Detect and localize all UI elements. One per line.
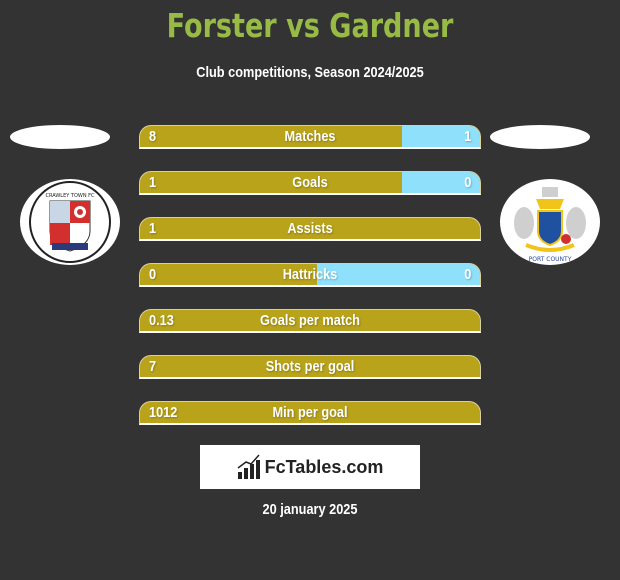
- stat-label: Hattricks: [282, 266, 338, 283]
- fctables-banner[interactable]: FcTables.com: [200, 445, 420, 489]
- left-club-logo[interactable]: CRAWLEY TOWN FC: [20, 179, 120, 265]
- right-club-logo[interactable]: PORT COUNTY: [500, 179, 600, 265]
- left-value: 1012: [149, 404, 178, 421]
- footer-date: 20 january 2025: [262, 501, 358, 518]
- stockport-crest-icon: PORT COUNTY: [502, 180, 598, 264]
- stat-row-hattricks: Hattricks 0 0: [139, 263, 481, 287]
- right-value: 1: [463, 128, 471, 145]
- left-value: 7: [149, 358, 157, 375]
- left-value: 1: [149, 220, 157, 237]
- stat-row-min-per-goal: Min per goal 1012: [139, 401, 481, 425]
- left-value: 8: [149, 128, 157, 145]
- left-logo-text: CRAWLEY TOWN FC: [45, 193, 95, 199]
- stat-label: Matches: [284, 128, 336, 145]
- stat-label: Assists: [287, 220, 333, 237]
- svg-text:PORT COUNTY: PORT COUNTY: [529, 256, 572, 263]
- page-title: Forster vs Gardner: [166, 6, 454, 45]
- fctables-logo-text: FcTables.com: [264, 456, 384, 477]
- left-value: 0.13: [149, 312, 174, 329]
- right-value: 0: [463, 174, 471, 191]
- stat-row-assists: Assists 1: [139, 217, 481, 241]
- crawley-crest-icon: CRAWLEY TOWN FC: [29, 181, 111, 263]
- left-value: 0: [149, 266, 157, 283]
- page-subtitle: Club competitions, Season 2024/2025: [196, 64, 424, 81]
- stat-label: Goals: [292, 174, 328, 191]
- stat-label: Min per goal: [272, 404, 348, 421]
- left-player-name-oval: [10, 125, 110, 149]
- stat-row-goals-per-match: Goals per match 0.13: [139, 309, 481, 333]
- stat-row-goals: Goals 1 0: [139, 171, 481, 195]
- stat-label: Shots per goal: [265, 358, 355, 375]
- right-value: 0: [463, 266, 471, 283]
- stat-row-matches: Matches 8 1: [139, 125, 481, 149]
- stat-row-shots-per-goal: Shots per goal 7: [139, 355, 481, 379]
- bar-chart-icon: [237, 454, 260, 479]
- left-value: 1: [149, 174, 157, 191]
- stat-label: Goals per match: [260, 312, 360, 329]
- right-player-name-oval: [490, 125, 590, 149]
